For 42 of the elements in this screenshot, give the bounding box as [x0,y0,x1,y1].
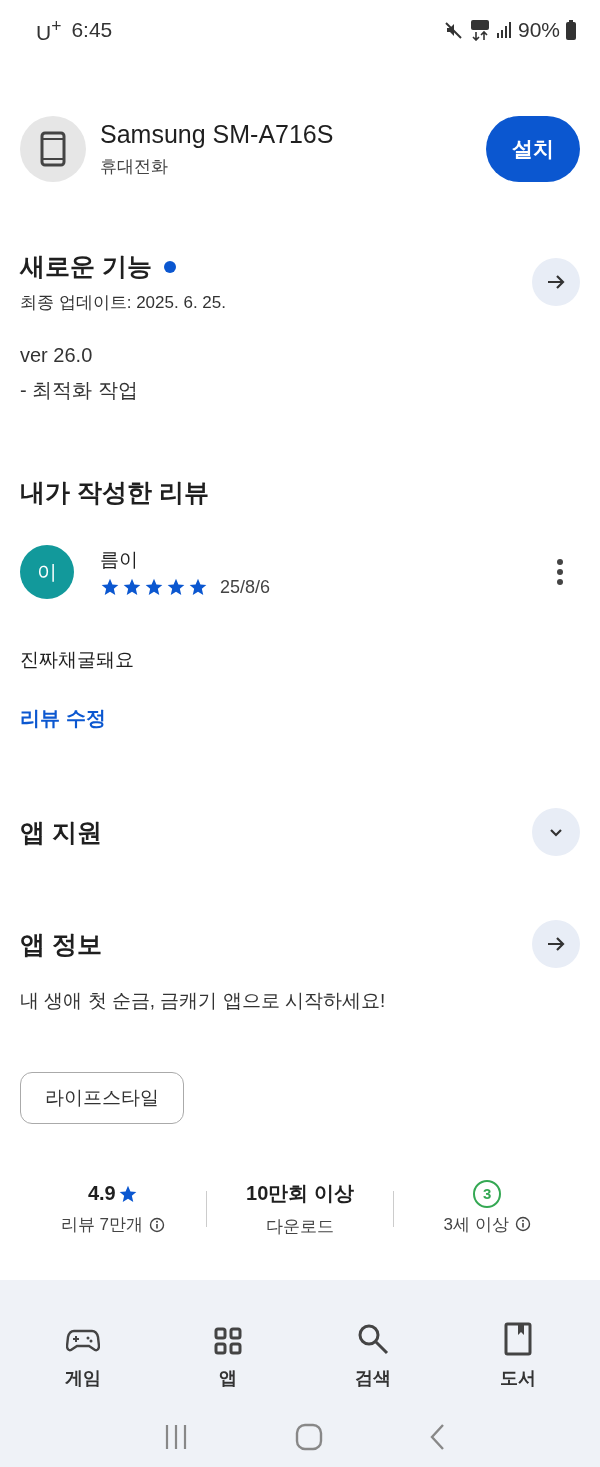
category-chip[interactable]: 라이프스타일 [20,1072,184,1124]
battery-level: 90% [517,18,560,42]
info-icon[interactable] [514,1216,531,1232]
section-title: 내가 작성한 리뷰 [20,477,210,508]
section-title: 앱 정보 [20,928,102,960]
apps-grid-icon [212,1326,243,1356]
carrier-label: U$^{+}$ [36,15,62,45]
section-title: 새로운 기능 [20,251,152,282]
stat-label: 리뷰 7만개 [60,1214,143,1236]
more-options-icon[interactable] [556,558,564,586]
install-button[interactable]: 설치 [486,116,580,182]
release-note: - 최적화 작업 [20,378,139,403]
device-name: Samsung SM-A716S [100,120,335,149]
home-icon[interactable] [295,1422,323,1451]
nav-tab[interactable]: 앱 [182,1298,273,1390]
age-rating-badge: 3 [473,1179,502,1208]
edit-review-link[interactable]: 리뷰 수정 [20,705,106,732]
release-note: ver 26.0 [20,344,94,367]
nav-tab[interactable]: 게임 [37,1298,128,1390]
arrow-button[interactable] [532,258,580,306]
clock: 6:45 [71,18,113,42]
battery-icon [566,20,576,40]
review-text: 진짜채굴돼요 [20,648,135,672]
mute-icon [443,20,464,40]
stat-label: 3세 이상 [443,1213,509,1236]
app-description: 내 생애 첫 순금, 금캐기 앱으로 시작하세요! [20,989,387,1013]
network-5g-icon [469,19,490,41]
stat-label: 다운로드 [266,1216,334,1238]
arrow-button[interactable] [532,920,580,968]
section-title: 앱 지원 [20,816,102,848]
nav-tab[interactable]: 검색 [327,1298,418,1390]
update-date: 최종 업데이트: 2025. 6. 25. [20,292,226,314]
book-icon [503,1322,532,1356]
review-date: 25/8/6 [220,576,271,598]
nav-tab[interactable]: 도서 [472,1298,563,1390]
download-count: 10만회 이상 [246,1181,354,1206]
device-type: 휴대전화 [100,156,169,178]
avatar: 이 [20,545,74,599]
reviewer-name: 름이 [100,547,139,572]
signal-icon [495,21,512,39]
info-icon[interactable] [148,1216,165,1233]
rating-value: 4.9 [87,1182,116,1205]
